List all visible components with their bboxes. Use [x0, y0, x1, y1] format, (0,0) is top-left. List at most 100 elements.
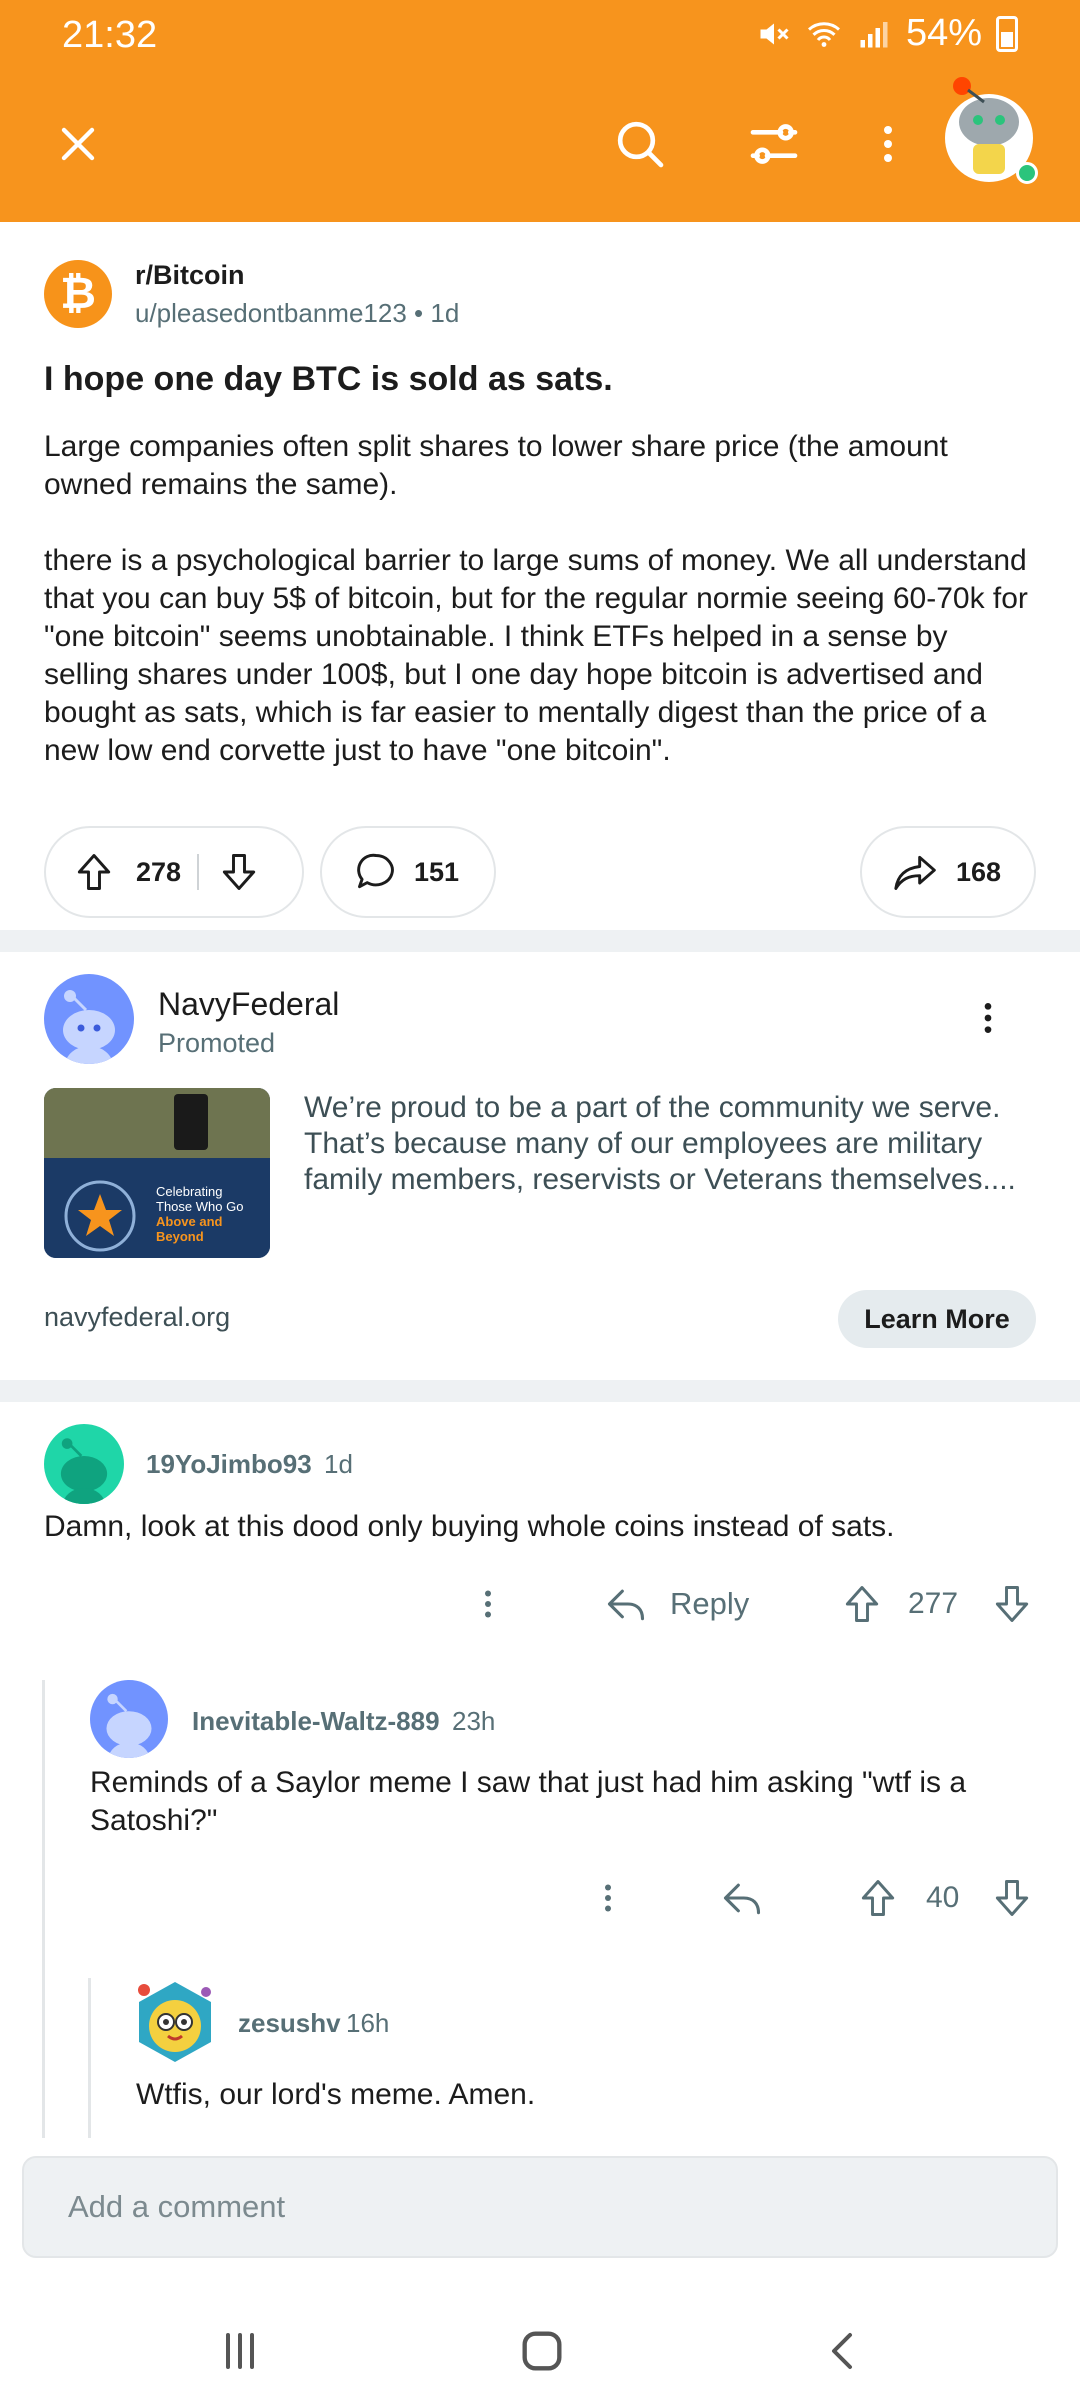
downvote-icon — [995, 1880, 1029, 1916]
comments-button[interactable]: 151 — [320, 826, 496, 918]
ad-image-caption: Celebrating Those Who Go Above and Beyon… — [156, 1184, 243, 1244]
vote-separator — [197, 854, 200, 890]
reply-arrow-icon — [723, 1883, 761, 1915]
more-vertical-icon — [485, 1590, 491, 1618]
signal-icon — [860, 21, 888, 47]
comment-text: Reminds of a Saylor meme I saw that just… — [90, 1766, 967, 1837]
comment-text: Damn, look at this dood only buying whol… — [44, 1510, 895, 1543]
comment-age: 1d — [324, 1449, 353, 1479]
ad-domain[interactable]: navyfederal.org — [44, 1302, 230, 1333]
ad-image-line-4: Beyond — [156, 1229, 204, 1244]
ad-image[interactable]: Celebrating Those Who Go Above and Beyon… — [44, 1088, 270, 1258]
status-bar: 21:32 54% — [0, 0, 1080, 72]
mute-icon — [760, 23, 789, 44]
bitcoin-subreddit-icon[interactable]: ₿ — [44, 260, 112, 328]
promoted-label: Promoted — [158, 1028, 276, 1058]
battery-percent: 54% — [905, 12, 982, 54]
online-status-dot — [1016, 162, 1038, 184]
more-vertical-icon — [984, 1003, 992, 1033]
post-body: Large companies often split shares to lo… — [44, 430, 1028, 767]
sort-filter-button[interactable] — [738, 108, 810, 180]
ad-image-line-2: Those Who Go — [156, 1199, 244, 1214]
battery-icon — [996, 15, 1018, 52]
reply-arrow-icon — [607, 1589, 645, 1621]
comment-vote-count: 277 — [908, 1587, 959, 1620]
back-button[interactable] — [804, 2316, 884, 2386]
comment-more-button[interactable] — [466, 1578, 510, 1630]
post-vote-count: 278 — [136, 856, 182, 887]
comment-author[interactable]: Inevitable-Waltz-889 — [192, 1706, 440, 1737]
downvote-icon — [995, 1586, 1029, 1622]
home-button[interactable] — [502, 2316, 582, 2386]
commenter-avatar[interactable] — [44, 1424, 124, 1504]
upvote-icon — [845, 1586, 879, 1622]
section-divider — [0, 930, 1080, 952]
custom-snoo-avatar-icon — [138, 1982, 211, 2062]
thread-line[interactable] — [42, 1680, 45, 2140]
post-author[interactable]: u/pleasedontbanme123 — [135, 298, 407, 328]
comment-bubble-icon — [357, 853, 394, 889]
advertiser-avatar[interactable] — [44, 974, 134, 1064]
more-vertical-icon — [884, 126, 892, 162]
subreddit-name[interactable]: r/Bitcoin — [135, 260, 245, 291]
snoo-default-avatar-icon — [106, 1693, 152, 1758]
ad-image-line-3: Above and — [156, 1214, 223, 1229]
wifi-icon — [807, 21, 840, 47]
search-icon — [617, 121, 664, 168]
comment-count: 151 — [414, 856, 460, 887]
commenter-avatar[interactable] — [90, 1680, 168, 1758]
recent-apps-button[interactable] — [200, 2316, 280, 2386]
post-meta: u/pleasedontbanme123 • 1d — [135, 298, 459, 329]
close-button[interactable] — [42, 108, 114, 180]
comment-author[interactable]: 19YoJimbo93 — [146, 1449, 312, 1480]
add-comment-input[interactable]: Add a comment — [22, 2156, 1058, 2258]
post-age: 1d — [430, 298, 460, 328]
comment-upvote-button[interactable] — [836, 1578, 888, 1630]
comment-more-button[interactable] — [588, 1872, 628, 1924]
system-nav-bar — [0, 2290, 1080, 2408]
comment-text: Wtfis, our lord's meme. Amen. — [136, 2078, 536, 2111]
share-count: 168 — [956, 856, 1002, 887]
user-avatar-button[interactable] — [940, 66, 1038, 184]
back-icon — [832, 2333, 852, 2369]
comment-upvote-button[interactable] — [852, 1872, 904, 1924]
reply-label[interactable]: Reply — [670, 1586, 749, 1622]
more-vertical-icon — [605, 1884, 611, 1912]
advertiser-name[interactable]: NavyFederal — [158, 986, 339, 1023]
share-button[interactable]: 168 — [860, 826, 1036, 918]
comment-age: 16h — [346, 2008, 390, 2038]
ad-more-options-button[interactable] — [968, 998, 1008, 1043]
status-time: 21:32 — [62, 14, 158, 56]
ad-image-line-1: Celebrating — [156, 1184, 223, 1199]
home-icon — [522, 2331, 562, 2371]
status-icons: 54% — [756, 12, 1018, 55]
thread-line[interactable] — [88, 1978, 91, 2140]
recent-apps-icon — [226, 2333, 254, 2369]
reply-button[interactable] — [598, 1578, 654, 1630]
ad-text: We’re proud to be a part of the communit… — [304, 1091, 1016, 1196]
upvote-icon[interactable] — [72, 850, 116, 894]
upvote-icon — [861, 1880, 895, 1916]
promoted-ad[interactable]: NavyFederal Promoted Celebrating Those W… — [0, 952, 1080, 1382]
vote-pill: 278 — [44, 826, 304, 918]
post-title: I hope one day BTC is sold as sats. — [44, 360, 613, 398]
comment-author[interactable]: zesushv — [238, 2008, 341, 2039]
section-divider — [0, 1380, 1080, 1402]
share-icon — [894, 855, 936, 890]
snoo-default-avatar-icon — [63, 990, 115, 1064]
snoo-default-avatar-icon — [60, 1438, 108, 1504]
comment-downvote-button[interactable] — [986, 1872, 1038, 1924]
reply-button[interactable] — [716, 1872, 768, 1924]
comment-downvote-button[interactable] — [986, 1578, 1038, 1630]
meta-separator: • — [414, 298, 424, 328]
close-icon — [61, 127, 95, 161]
filter-icon — [750, 124, 798, 164]
comment-vote-count: 40 — [926, 1881, 960, 1914]
comment-age: 23h — [452, 1706, 496, 1736]
search-button[interactable] — [604, 108, 676, 180]
commenter-avatar[interactable] — [130, 1974, 220, 2070]
downvote-icon[interactable] — [217, 850, 261, 894]
learn-more-button[interactable]: Learn More — [838, 1290, 1036, 1348]
more-options-button[interactable] — [852, 108, 924, 180]
app-header: 21:32 54% — [0, 0, 1080, 222]
